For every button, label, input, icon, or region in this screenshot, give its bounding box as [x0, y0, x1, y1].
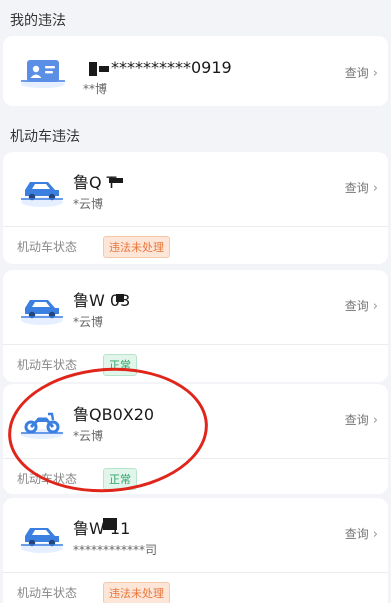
- license-card[interactable]: **********0919 **博 查询 ›: [3, 36, 388, 106]
- section-title-vehicle: 机动车违法: [10, 129, 80, 145]
- plate-number: 鲁W 11: [73, 519, 131, 538]
- car-icon: [19, 514, 65, 556]
- chevron-right-icon: ›: [372, 413, 378, 428]
- query-link[interactable]: 查询 ›: [345, 179, 378, 196]
- chevron-right-icon: ›: [372, 527, 378, 542]
- license-number: **********0919: [89, 58, 232, 77]
- vehicle-owner: *云博: [73, 197, 104, 211]
- id-card-icon: [19, 54, 65, 96]
- query-link[interactable]: 查询 ›: [345, 297, 378, 314]
- chevron-right-icon: ›: [372, 66, 378, 81]
- status-label: 机动车状态: [17, 358, 78, 372]
- status-label: 机动车状态: [17, 586, 78, 600]
- chevron-right-icon: ›: [372, 181, 378, 196]
- vehicle-card[interactable]: 鲁Q T *云博 查询 › 机动车状态 违法未处理: [3, 152, 388, 264]
- vehicle-owner: ************司: [73, 543, 158, 557]
- status-label: 机动车状态: [17, 240, 78, 254]
- query-link[interactable]: 查询 ›: [345, 411, 378, 428]
- query-link[interactable]: 查询 ›: [345, 525, 378, 542]
- status-badge: 违法未处理: [103, 236, 170, 258]
- car-icon: [19, 168, 65, 210]
- section-title-license: 我的违法: [10, 13, 66, 29]
- chevron-right-icon: ›: [372, 299, 378, 314]
- vehicle-owner: *云博: [73, 315, 104, 329]
- status-badge: 违法未处理: [103, 582, 170, 603]
- vehicle-card[interactable]: 鲁W 03 *云博 查询 › 机动车状态 正常: [3, 270, 388, 382]
- license-owner: **博: [83, 82, 108, 96]
- vehicle-card[interactable]: 鲁W 11 ************司 查询 › 机动车状态 违法未处理: [3, 498, 388, 603]
- query-link[interactable]: 查询 ›: [345, 64, 378, 81]
- car-icon: [19, 286, 65, 328]
